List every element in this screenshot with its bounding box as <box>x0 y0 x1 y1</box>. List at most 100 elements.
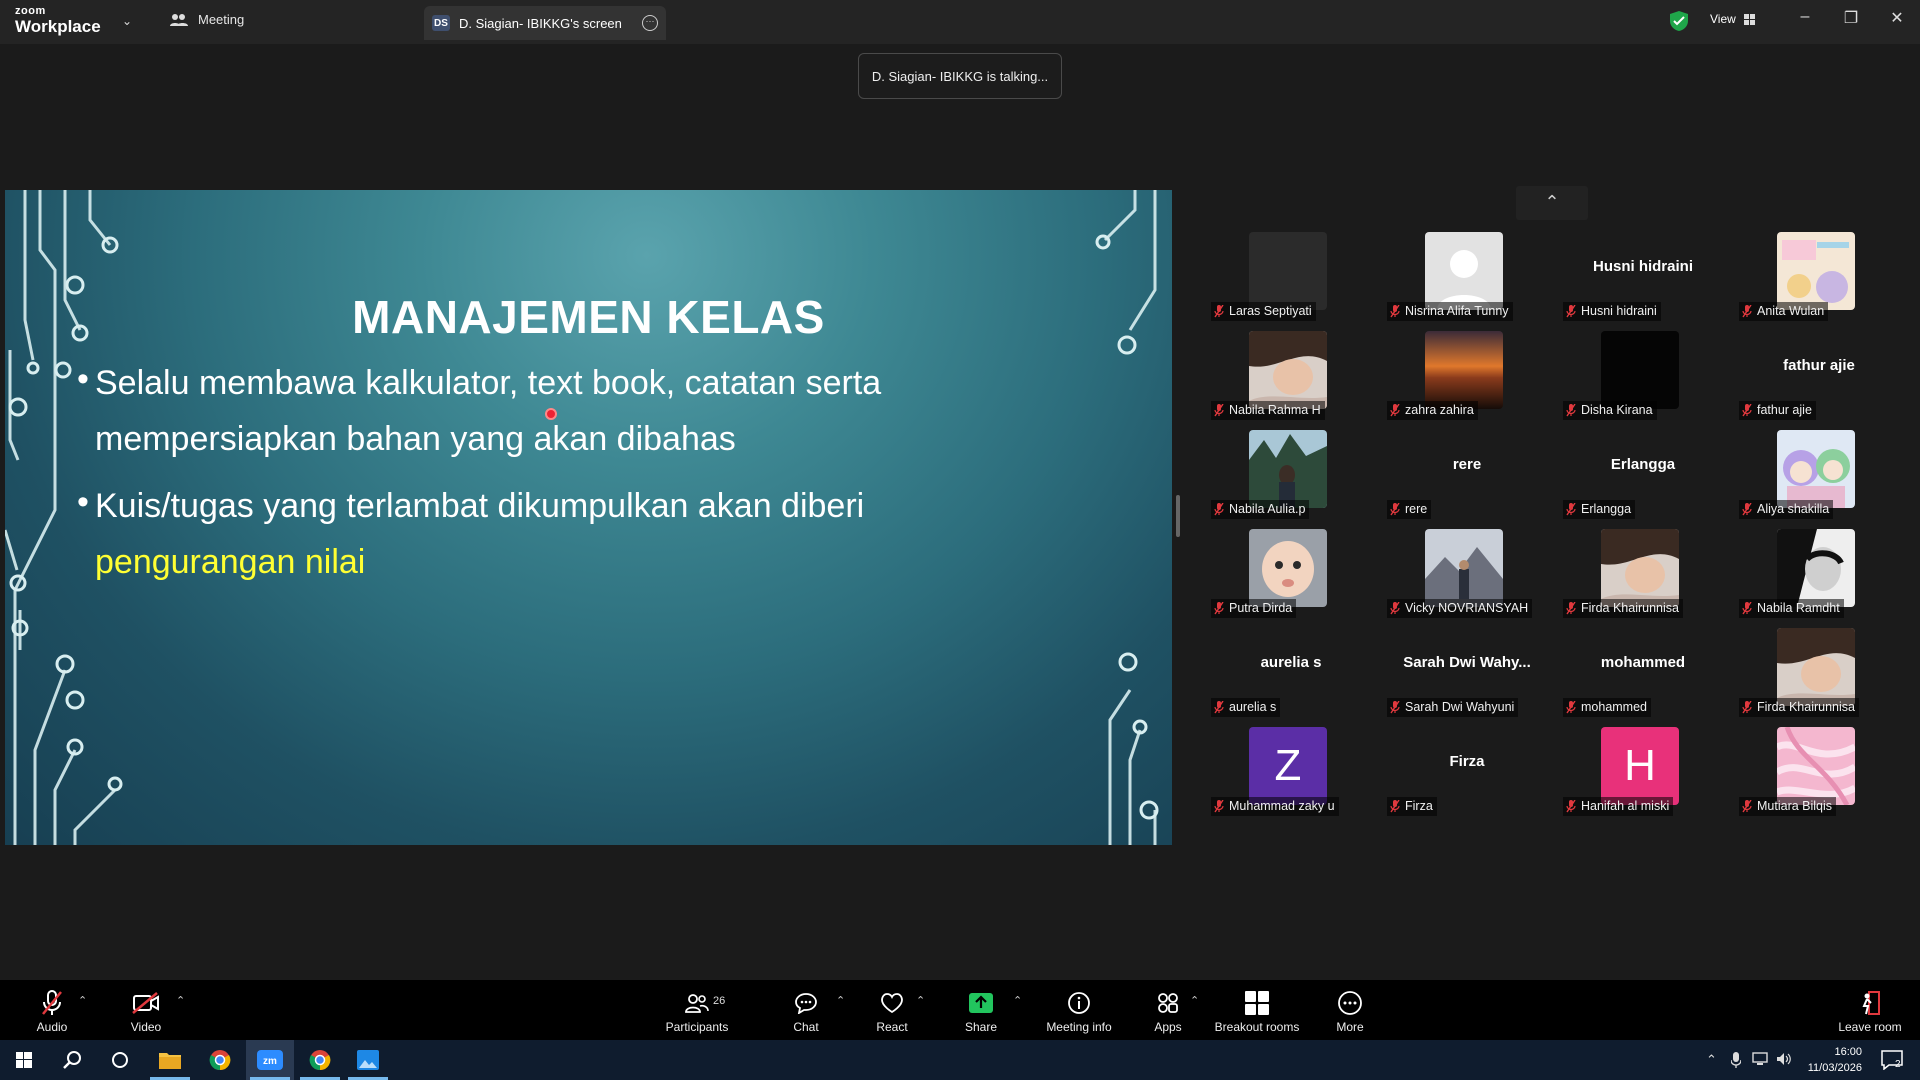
audio-button[interactable]: Audio <box>30 990 74 1034</box>
apps-button[interactable]: Apps <box>1150 990 1186 1034</box>
participant-tile[interactable]: Nabila Ramdht <box>1735 527 1903 618</box>
chat-options-caret-icon[interactable]: ⌃ <box>836 994 845 1007</box>
chevron-down-icon[interactable]: ⌄ <box>122 14 132 28</box>
participant-name-label: Husni hidraini <box>1563 302 1661 321</box>
participant-tile[interactable]: rere rere <box>1383 428 1551 519</box>
chrome-icon[interactable] <box>196 1040 244 1080</box>
windows-taskbar: zm ⌃ 16:00 11/03/2026 2 <box>0 1040 1920 1080</box>
leave-room-button[interactable]: Leave room <box>1836 990 1904 1034</box>
participant-tile[interactable]: Firza Firza <box>1383 725 1551 816</box>
audio-options-caret-icon[interactable]: ⌃ <box>78 994 87 1007</box>
tab-meeting[interactable]: Meeting <box>170 12 244 27</box>
participant-tile[interactable]: Laras Septiyati <box>1207 230 1375 321</box>
close-icon[interactable]: ✕ <box>1882 8 1912 28</box>
participant-count: 26 <box>713 995 726 1007</box>
participant-tile[interactable]: Firda Khairunnisa <box>1735 626 1903 717</box>
participant-tile[interactable]: Aliya shakilla <box>1735 428 1903 519</box>
participant-display-name: Sarah Dwi Wahy... <box>1403 654 1531 671</box>
participant-name-label: Anita Wulan <box>1739 302 1829 321</box>
participant-tile[interactable]: Anita Wulan <box>1735 230 1903 321</box>
breakout-rooms-button[interactable]: Breakout rooms <box>1214 990 1300 1034</box>
view-button[interactable]: View <box>1710 12 1755 26</box>
participant-tile[interactable]: Vicky NOVRIANSYAH <box>1383 527 1551 618</box>
chat-button[interactable]: Chat <box>786 990 826 1034</box>
more-label: More <box>1336 1020 1364 1034</box>
participant-tile[interactable]: zahra zahira <box>1383 329 1551 420</box>
participant-tile[interactable]: Nabila Rahma H <box>1207 329 1375 420</box>
mic-muted-icon <box>1742 701 1752 714</box>
breakout-rooms-label: Breakout rooms <box>1214 1020 1300 1034</box>
participant-tile[interactable]: Sarah Dwi Wahy... Sarah Dwi Wahyuni <box>1383 626 1551 717</box>
audio-label: Audio <box>36 1020 68 1034</box>
participant-name: Erlangga <box>1581 502 1632 516</box>
participant-tile[interactable]: Mutiara Bilqis <box>1735 725 1903 816</box>
participant-tile[interactable]: Nabila Aulia.p <box>1207 428 1375 519</box>
restore-icon[interactable]: ❐ <box>1836 8 1866 28</box>
share-options-caret-icon[interactable]: ⌃ <box>1013 994 1022 1007</box>
participant-name-label: Erlangga <box>1563 500 1636 519</box>
windows-start-icon[interactable] <box>0 1040 48 1080</box>
participant-tile[interactable]: H Hanifah al miski <box>1559 725 1727 816</box>
split-view-handle[interactable] <box>1176 495 1180 537</box>
brand-top: zoom <box>15 5 46 17</box>
participant-tile[interactable]: Husni hidraini Husni hidraini <box>1559 230 1727 321</box>
participant-tile[interactable]: aurelia s aurelia s <box>1207 626 1375 717</box>
cortana-icon[interactable] <box>96 1040 144 1080</box>
microphone-tray-icon[interactable] <box>1730 1052 1742 1071</box>
meeting-info-button[interactable]: Meeting info <box>1042 990 1116 1034</box>
participant-name-label: Aliya shakilla <box>1739 500 1834 519</box>
chrome-profile-icon[interactable] <box>296 1040 344 1080</box>
tab-meeting-label: Meeting <box>198 12 245 27</box>
initial-avatar: H <box>1601 727 1679 805</box>
volume-icon[interactable] <box>1776 1052 1792 1069</box>
participant-name: Aliya shakilla <box>1757 502 1830 516</box>
shared-screen[interactable]: MANAJEMEN KELAS • Selalu membawa kalkula… <box>5 190 1172 845</box>
participant-tile[interactable]: Erlangga Erlangga <box>1559 428 1727 519</box>
participant-tile[interactable]: fathur ajie fathur ajie <box>1735 329 1903 420</box>
participant-name-label: Nisrina Alifa Tunny <box>1387 302 1513 321</box>
svg-text:zm: zm <box>263 1056 277 1067</box>
participant-name-label: Muhammad zaky u <box>1211 797 1339 816</box>
tray-expand-icon[interactable]: ⌃ <box>1706 1052 1717 1068</box>
participant-tile[interactable]: Disha Kirana <box>1559 329 1727 420</box>
participant-name: Nabila Rahma H <box>1229 403 1321 417</box>
zoom-app-icon[interactable]: zm <box>246 1040 294 1080</box>
react-options-caret-icon[interactable]: ⌃ <box>916 994 925 1007</box>
participant-name-label: Firda Khairunnisa <box>1739 698 1859 717</box>
participant-name: Firda Khairunnisa <box>1581 601 1679 615</box>
system-clock[interactable]: 16:00 11/03/2026 <box>1808 1044 1862 1076</box>
participant-name-label: rere <box>1387 500 1432 519</box>
participant-tile[interactable]: mohammed mohammed <box>1559 626 1727 717</box>
apps-options-caret-icon[interactable]: ⌃ <box>1190 994 1199 1007</box>
tab-shared-screen[interactable]: DS D. Siagian- IBIKKG's screen ⋯ <box>424 6 666 40</box>
file-explorer-icon[interactable] <box>146 1040 194 1080</box>
slide-bullet-1: • Selalu membawa kalkulator, text book, … <box>77 355 1135 467</box>
zoom-workplace-logo[interactable]: zoom Workplace <box>15 5 101 36</box>
photos-app-icon[interactable] <box>344 1040 392 1080</box>
minimize-icon[interactable]: – <box>1790 8 1820 26</box>
search-icon[interactable] <box>48 1040 96 1080</box>
network-icon[interactable] <box>1752 1052 1768 1069</box>
participant-name: mohammed <box>1581 700 1647 714</box>
mic-muted-icon <box>1566 701 1576 714</box>
mic-muted-icon <box>1390 305 1400 318</box>
participant-video-thumbnail <box>1425 529 1503 607</box>
participant-name-label: Firda Khairunnisa <box>1563 599 1683 618</box>
more-options-icon[interactable]: ⋯ <box>642 15 658 31</box>
participant-name-label: Hanifah al miski <box>1563 797 1674 816</box>
security-shield-icon[interactable] <box>1670 11 1688 31</box>
ds-avatar: DS <box>432 15 450 31</box>
gallery-scroll-up-button[interactable]: ⌃ <box>1516 186 1588 220</box>
more-button[interactable]: More <box>1330 990 1370 1034</box>
mic-muted-icon <box>1742 602 1752 615</box>
participant-tile[interactable]: Z Muhammad zaky u <box>1207 725 1375 816</box>
participant-tile[interactable]: Firda Khairunnisa <box>1559 527 1727 618</box>
react-button[interactable]: React <box>872 990 912 1034</box>
video-options-caret-icon[interactable]: ⌃ <box>176 994 185 1007</box>
share-button[interactable]: Share <box>960 990 1002 1034</box>
participant-tile[interactable]: Nisrina Alifa Tunny <box>1383 230 1551 321</box>
video-button[interactable]: Video <box>124 990 168 1034</box>
participant-tile[interactable]: Putra Dirda <box>1207 527 1375 618</box>
notifications-icon[interactable]: 2 <box>1868 1040 1916 1080</box>
react-label: React <box>876 1020 908 1034</box>
